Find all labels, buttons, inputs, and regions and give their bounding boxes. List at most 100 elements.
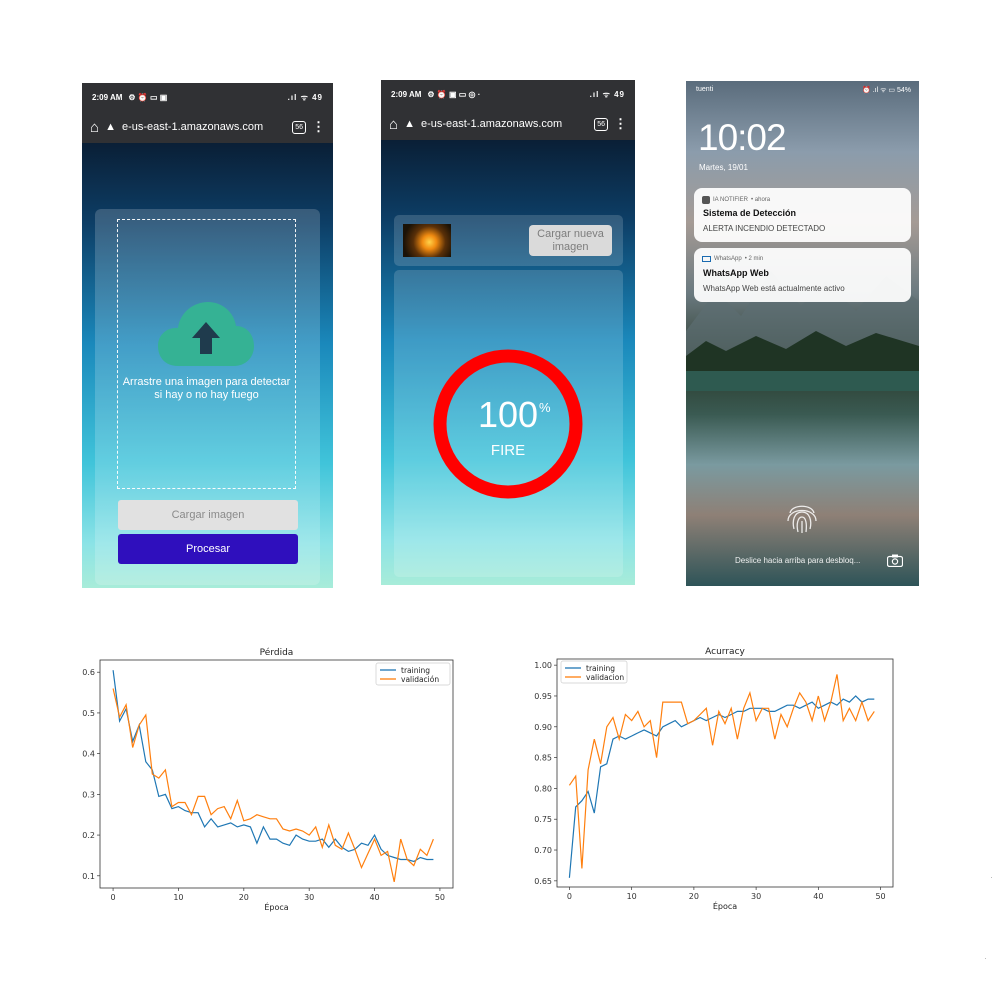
chart-accuracy-legend-label: validacion <box>586 673 624 682</box>
app-background: Cargar nueva imagen 100 % FIRE <box>381 140 635 585</box>
carrier-name: tuenti <box>696 86 714 93</box>
chart-accuracy-legend-label: training <box>586 664 615 673</box>
chart-loss-xtick-label: 30 <box>304 893 314 902</box>
chart-loss-title: Pérdida <box>260 647 294 658</box>
stray-mark <box>985 958 986 959</box>
chart-accuracy-xlabel: Época <box>713 900 737 911</box>
swipe-hint: Deslice hacia arriba para desbloq... <box>735 556 861 565</box>
chart-loss-ytick-label: 0.3 <box>82 790 95 799</box>
result-donut: 100 % FIRE <box>432 348 584 500</box>
result-card: 100 % FIRE <box>394 270 623 577</box>
chart-accuracy-ytick-label: 0.65 <box>534 877 552 886</box>
app-background: Arrastre una imagen para detectar si hay… <box>82 143 333 588</box>
chart-loss-legend-label: training <box>401 666 430 675</box>
uploaded-image-thumbnail <box>403 224 451 257</box>
fingerprint-icon[interactable] <box>785 499 819 535</box>
status-icons: ⚙ ⏰ ▣ ▭ ◎ · <box>427 89 481 99</box>
accuracy-chart: Acurracy 0 10 20 30 40 50 0.65 0.70 0.75 0.80 0.85 0… <box>525 645 905 920</box>
status-icons: ⚙ ⏰ ▭ ▣ <box>128 92 168 102</box>
chart-accuracy-xtick-label: 10 <box>627 892 637 901</box>
chart-loss-ytick-label: 0.6 <box>82 668 95 677</box>
browser-url-bar: ⌂ ▲ e-us-east-1.amazonaws.com 56 ⋮ <box>82 111 333 143</box>
chart-accuracy-legend: trainingvalidacion <box>560 660 628 684</box>
status-time: 2:09 AM <box>391 89 422 99</box>
percent-sign: % <box>539 400 551 415</box>
lock-date: Martes, 19/01 <box>699 163 748 172</box>
chart-accuracy-xtick-label: 20 <box>689 892 699 901</box>
phone-lock-screen: tuenti ⏰ .ıl ᯤ ▭ 54% 10:02 Martes, 19/01… <box>686 81 919 586</box>
chart-accuracy-xtick-label: 0 <box>567 892 572 901</box>
notification-whatsapp[interactable]: WhatsApp • 2 min WhatsApp Web WhatsApp W… <box>694 248 911 302</box>
load-new-image-button[interactable]: Cargar nueva imagen <box>529 225 612 256</box>
chart-accuracy-ytick-label: 0.70 <box>534 846 552 855</box>
chart-accuracy-ytick-label: 1.00 <box>534 661 552 670</box>
chart-loss-xtick-label: 10 <box>173 893 183 902</box>
url-text[interactable]: e-us-east-1.amazonaws.com <box>421 118 588 130</box>
chart-accuracy-title: Acurracy <box>705 647 745 657</box>
notification-body: ALERTA INCENDIO DETECTADO <box>703 224 826 233</box>
chart-loss-legend: trainingvalidación <box>375 662 451 686</box>
notification-ia-notifier[interactable]: IA NOTIFIER • ahora Sistema de Detección… <box>694 188 911 242</box>
image-dropzone[interactable]: Arrastre una imagen para detectar si hay… <box>117 219 296 489</box>
notification-body: WhatsApp Web está actualmente activo <box>703 284 845 293</box>
home-icon[interactable]: ⌂ <box>389 116 398 133</box>
cloud-upload-icon <box>158 302 254 366</box>
chart-accuracy-xtick-label: 30 <box>751 892 761 901</box>
phone-upload-screen: 2:09 AM ⚙ ⏰ ▭ ▣ .ıl ᯤ 49 ⌂ ▲ e-us-east-1… <box>82 83 333 588</box>
notification-time: • 2 min <box>744 256 764 262</box>
chart-loss-legend-label: validación <box>401 675 439 684</box>
chart-loss-xtick-label: 20 <box>239 893 249 902</box>
lock-clock: 10:02 <box>698 117 787 158</box>
status-right: .ıl ᯤ 49 <box>287 92 323 102</box>
chart-accuracy-ytick-label: 0.90 <box>534 723 552 732</box>
notification-title: WhatsApp Web <box>703 268 769 278</box>
chart-loss-ytick-label: 0.4 <box>82 750 95 759</box>
tab-count-button[interactable]: 56 <box>594 117 608 131</box>
chart-accuracy-xtick-label: 40 <box>813 892 823 901</box>
more-menu-icon[interactable]: ⋮ <box>614 116 627 132</box>
warning-icon[interactable]: ▲ <box>404 118 415 130</box>
notification-app: WhatsApp <box>714 256 742 262</box>
chart-loss-ytick-label: 0.1 <box>82 872 95 881</box>
laptop-icon <box>702 256 711 262</box>
status-right: .ıl ᯤ 49 <box>589 89 625 99</box>
notification-source: WhatsApp • 2 min <box>702 256 763 262</box>
load-image-button[interactable]: Cargar imagen <box>118 500 298 530</box>
result-percent: 100 <box>477 394 539 435</box>
chart-accuracy-ytick-label: 0.80 <box>534 784 552 793</box>
browser-url-bar: ⌂ ▲ e-us-east-1.amazonaws.com 56 ⋮ <box>381 108 635 140</box>
chart-loss-xtick-label: 0 <box>111 893 116 902</box>
image-card: Cargar nueva imagen <box>394 215 623 266</box>
url-text[interactable]: e-us-east-1.amazonaws.com <box>122 121 286 133</box>
phone-result-screen: 2:09 AM ⚙ ⏰ ▣ ▭ ◎ · .ıl ᯤ 49 ⌂ ▲ e-us-ea… <box>381 80 635 585</box>
stray-mark <box>991 877 992 878</box>
chart-accuracy-xtick-label: 50 <box>875 892 885 901</box>
lock-status-bar: tuenti ⏰ .ıl ᯤ ▭ 54% <box>696 86 911 95</box>
chart-loss-series-training-line <box>112 670 434 863</box>
notification-title: Sistema de Detección <box>703 208 797 218</box>
loss-chart-svg: Pérdida 0 10 20 30 40 50 0.1 0.2 0.3 0.4 0.5 0.6 Époc… <box>82 647 454 912</box>
chart-loss-xtick-label: 40 <box>369 893 379 902</box>
chart-accuracy-ytick-label: 0.85 <box>534 754 552 763</box>
chart-loss-ytick-label: 0.2 <box>82 831 95 840</box>
chart-loss-xlabel: Época <box>264 901 288 912</box>
app-icon <box>702 196 710 204</box>
dropzone-instructions: Arrastre una imagen para detectar si hay… <box>122 376 291 401</box>
accuracy-chart-svg: Acurracy 0 10 20 30 40 50 0.65 0.70 0.75 0.80 0.85 0… <box>534 647 894 911</box>
tab-count-button[interactable]: 56 <box>292 120 306 134</box>
chart-loss-series-validation-line <box>112 688 434 883</box>
warning-icon[interactable]: ▲ <box>105 121 116 133</box>
chart-accuracy-ytick-label: 0.75 <box>534 815 552 824</box>
home-icon[interactable]: ⌂ <box>90 119 99 136</box>
notification-source: IA NOTIFIER • ahora <box>702 196 770 204</box>
chart-accuracy-ytick-label: 0.95 <box>534 692 552 701</box>
camera-icon[interactable] <box>887 554 903 567</box>
chart-loss-xtick-label: 50 <box>435 893 445 902</box>
more-menu-icon[interactable]: ⋮ <box>312 119 325 135</box>
chart-accuracy-plot-frame <box>556 658 894 888</box>
status-bar: 2:09 AM ⚙ ⏰ ▭ ▣ .ıl ᯤ 49 <box>82 83 333 111</box>
process-button[interactable]: Procesar <box>118 534 298 564</box>
status-time: 2:09 AM <box>92 92 123 102</box>
lock-status-icons: ⏰ .ıl ᯤ ▭ 54% <box>862 87 911 94</box>
upload-card: Arrastre una imagen para detectar si hay… <box>95 209 320 585</box>
